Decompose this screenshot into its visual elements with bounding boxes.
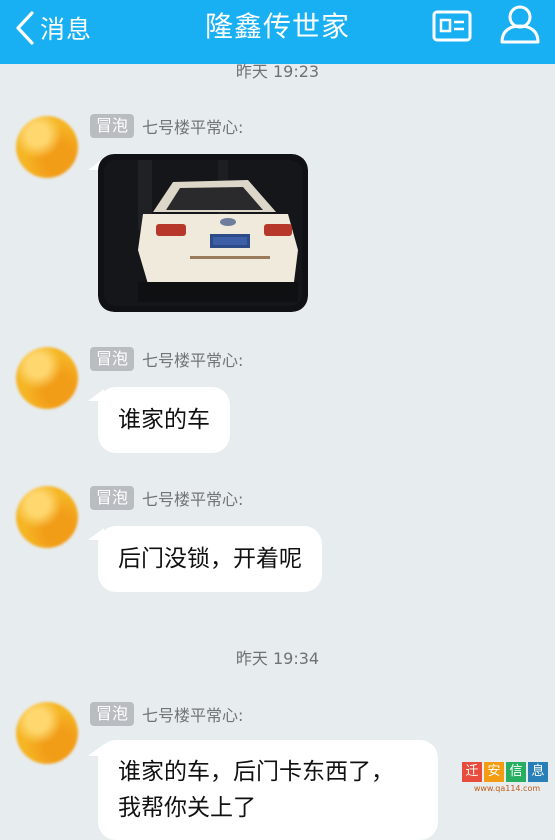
text-message[interactable]: 后门没锁，开着呢 [98, 526, 322, 592]
title-badge: 冒泡 [90, 114, 135, 138]
sender-row: 冒泡 七号楼平常心: [90, 114, 243, 138]
message-line: 谁家的车，后门卡东西了， [118, 759, 394, 785]
id-card-icon [432, 10, 472, 42]
timestamp: 昨天 19:23 [235, 62, 320, 81]
sender-name: 七号楼平常心: [142, 706, 244, 725]
avatar[interactable] [16, 116, 78, 178]
text-message[interactable]: 谁家的车 [98, 387, 230, 453]
person-icon [500, 5, 540, 44]
timestamp: 昨天 19:34 [235, 649, 320, 668]
sender-row: 冒泡 七号楼平常心: [90, 347, 243, 371]
watermark-url: www.qa114.com [473, 784, 541, 793]
watermark-char: 信 [506, 762, 526, 782]
avatar[interactable] [16, 702, 78, 764]
title-badge: 冒泡 [90, 347, 135, 371]
sender-row: 冒泡 七号楼平常心: [90, 702, 243, 726]
sender-name: 七号楼平常心: [142, 490, 244, 509]
title-badge: 冒泡 [90, 486, 135, 510]
car-photo [98, 154, 308, 312]
sender-row: 冒泡 七号楼平常心: [90, 486, 243, 510]
sender-name: 七号楼平常心: [142, 351, 244, 370]
watermark-logo: 迁 安 信 息 www.qa114.com [462, 762, 552, 796]
watermark-char: 迁 [462, 762, 482, 782]
group-card-button[interactable] [432, 10, 472, 46]
watermark-char: 安 [484, 762, 504, 782]
members-button[interactable] [497, 3, 543, 49]
sender-name: 七号楼平常心: [142, 118, 244, 137]
message-line: 我帮你关上了 [118, 795, 256, 821]
avatar[interactable] [16, 347, 78, 409]
title-badge: 冒泡 [90, 702, 135, 726]
watermark-char: 息 [528, 762, 548, 782]
text-message[interactable]: 谁家的车，后门卡东西了， 我帮你关上了 [98, 740, 438, 840]
image-message[interactable] [98, 154, 308, 312]
watermark-chars: 迁 安 信 息 [462, 762, 552, 782]
chat-header: 消息 隆鑫传世家 [0, 0, 555, 64]
avatar[interactable] [16, 486, 78, 548]
